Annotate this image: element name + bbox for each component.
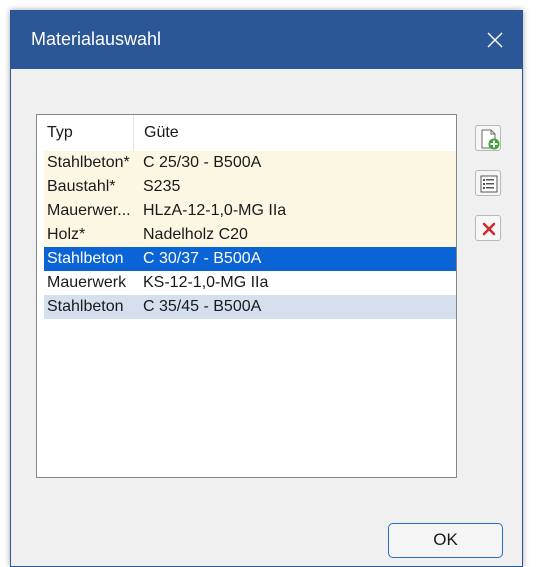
close-button[interactable] [478,23,512,57]
list-item-guete: HLzA-12-1,0-MG IIa [143,202,287,219]
delete-icon [482,222,496,236]
list-item[interactable]: Stahlbeton C 35/45 - B500A [44,295,456,319]
list-item-guete: S235 [143,178,181,195]
edit-properties-button[interactable] [475,170,501,196]
list-item-typ: Mauerwer... [47,202,131,219]
list-item-typ: Mauerwerk [47,274,127,291]
list-item[interactable]: Mauerwerk KS-12-1,0-MG IIa [44,271,456,295]
list-item-guete: C 35/45 - B500A [143,298,262,315]
list-item[interactable]: Holz* Nadelholz C20 [44,223,456,247]
dialog-body: Typ Güte Stahlbeton* C 25/30 - B500A Baust… [11,69,522,566]
add-material-icon [481,129,500,150]
material-selection-dialog: Materialauswahl Typ Güte Stahlbeton* C 25… [10,10,523,567]
list-rows: Stahlbeton* C 25/30 - B500A Baustahl* S235 M… [44,151,456,319]
list-item[interactable]: Stahlbeton C 30/37 - B500A [44,247,456,271]
column-header-typ[interactable]: Typ [37,115,133,151]
list-item-guete: Nadelholz C20 [143,226,248,243]
list-item-guete: KS-12-1,0-MG IIa [143,274,269,291]
dialog-title: Materialauswahl [31,29,162,49]
delete-button[interactable] [475,215,501,241]
list-item-typ: Stahlbeton* [47,154,130,171]
column-header-guete[interactable]: Güte [133,115,456,151]
list-item-typ: Stahlbeton [47,298,124,315]
title-bar[interactable]: Materialauswahl [11,11,522,69]
list-item-typ: Stahlbeton [47,250,124,267]
close-icon [487,32,503,48]
list-item-guete: C 25/30 - B500A [143,154,262,171]
list-header: Typ Güte [37,115,456,151]
ok-button[interactable]: OK [388,523,503,558]
list-item[interactable]: Baustahl* S235 [44,175,456,199]
material-list[interactable]: Typ Güte Stahlbeton* C 25/30 - B500A Baust… [36,114,457,478]
list-item[interactable]: Stahlbeton* C 25/30 - B500A [44,151,456,175]
list-item[interactable]: Mauerwer... HLzA-12-1,0-MG IIa [44,199,456,223]
list-item-typ: Holz* [47,226,86,243]
edit-properties-icon [480,175,498,193]
add-material-button[interactable] [475,125,501,151]
list-item-typ: Baustahl* [47,178,116,195]
list-item-guete: C 30/37 - B500A [143,250,262,267]
